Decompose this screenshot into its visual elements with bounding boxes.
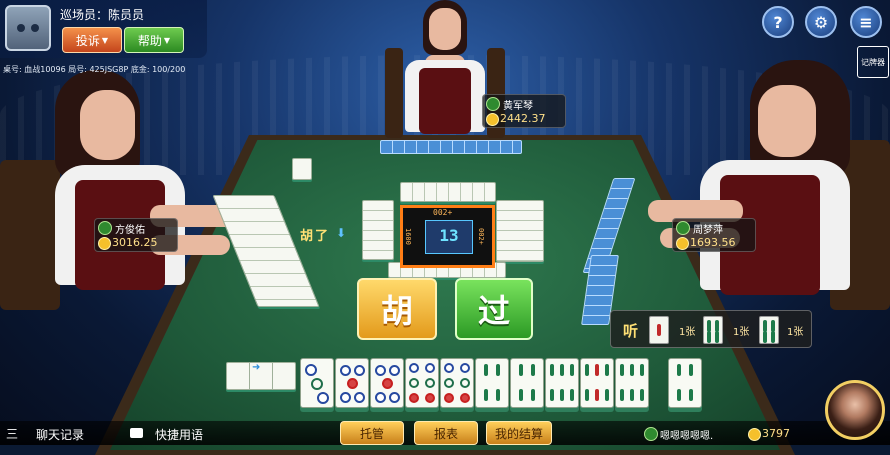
ting-panel: 听 1张 1张 1张: [610, 310, 812, 348]
compass-top-score: 002+: [433, 208, 453, 217]
hand-tile[interactable]: [405, 358, 439, 408]
hu-le-label: 胡了: [300, 229, 331, 244]
ting-count: 1张: [733, 327, 750, 338]
remaining-tiles-count: 13: [439, 226, 459, 245]
player-flag-icon: [676, 221, 690, 235]
complaint-button[interactable]: 投诉 ▼: [62, 27, 122, 53]
dropdown-arrow-icon: ▼: [101, 35, 109, 45]
ting-label: 听: [623, 322, 639, 340]
coin-icon: [676, 237, 689, 250]
guo-button[interactable]: 过: [455, 278, 533, 340]
ting-tile: [703, 316, 723, 344]
player-score: 2442.37: [500, 112, 546, 125]
hu-button[interactable]: 胡: [357, 278, 437, 340]
hand-tile[interactable]: [545, 358, 579, 408]
quick-chat-button[interactable]: 快捷用语: [155, 426, 203, 443]
room-info: 桌号: 血战10096 局号: 425JSG8P 底金: 100/200: [3, 65, 186, 74]
player-flag-icon: [486, 97, 500, 111]
robot-avatar: [5, 5, 51, 51]
chat-bubble-icon: [130, 428, 143, 438]
meld-arrow-icon: ➜: [252, 362, 261, 373]
hand-tile[interactable]: [580, 358, 614, 408]
coin-icon: [98, 237, 111, 250]
coin-icon: [748, 428, 761, 441]
hand-tile[interactable]: [370, 358, 404, 408]
hand-tile[interactable]: [335, 358, 369, 408]
self-player-name: 嗯嗯嗯嗯嗯.: [660, 431, 714, 442]
record-label: 记牌器: [861, 57, 885, 67]
player-score: 3016.25: [112, 236, 158, 249]
right-opponent-character: [640, 60, 890, 310]
drawn-tile[interactable]: [668, 358, 702, 408]
hand-tile[interactable]: [510, 358, 544, 408]
player-tag-right: 周梦萍 1693.56: [672, 218, 756, 252]
player-score: 1693.56: [690, 236, 736, 249]
self-player-score: 3797: [762, 427, 790, 440]
arrow-down-icon: ⬇: [336, 226, 347, 240]
help-button-label: 帮助: [137, 33, 162, 48]
player-name: 黄军琴: [503, 101, 533, 112]
help-icon[interactable]: ?: [762, 6, 794, 38]
player-flag-icon: [98, 221, 112, 235]
staff-label: 巡场员：陈员员: [60, 8, 145, 22]
hand-tile[interactable]: [300, 358, 334, 408]
settings-icon[interactable]: ⚙: [805, 6, 837, 38]
menu-icon[interactable]: ≡: [850, 6, 882, 38]
player-tag-left: 方俊佑 3016.25: [94, 218, 178, 252]
complaint-button-label: 投诉: [75, 33, 100, 48]
tuoguan-button[interactable]: 托管: [340, 421, 404, 445]
ting-count: 1张: [787, 327, 804, 338]
left-opponent-character: [0, 70, 250, 310]
report-button[interactable]: 报表: [414, 421, 478, 445]
compass-left-score: 1600: [404, 228, 412, 245]
chat-log-button[interactable]: 聊天记录: [36, 426, 84, 443]
turn-compass: 002+ 1600 002+ 13: [400, 205, 495, 268]
hand-tile[interactable]: [615, 358, 649, 408]
player-tag-top: 黄军琴 2442.37: [482, 94, 566, 128]
dropdown-arrow-icon: ▼: [163, 35, 171, 45]
player-name: 方俊佑: [115, 225, 145, 236]
hand-tile[interactable]: [440, 358, 474, 408]
bottom-menu-icon[interactable]: 三: [6, 425, 18, 442]
my-settlement-button[interactable]: 我的结算: [486, 421, 552, 445]
ting-tile: [759, 316, 779, 344]
ting-tile: [649, 316, 669, 344]
self-avatar[interactable]: [825, 380, 885, 440]
player-flag-icon: [644, 427, 658, 441]
compass-display: 13: [425, 220, 473, 254]
tile-record-button[interactable]: 记牌器: [857, 46, 889, 78]
help-button[interactable]: 帮助 ▼: [124, 27, 184, 53]
hand-tile[interactable]: [475, 358, 509, 408]
ting-count: 1张: [679, 327, 696, 338]
coin-icon: [486, 113, 499, 126]
compass-right-score: 002+: [477, 228, 485, 245]
player-name: 周梦萍: [693, 225, 723, 236]
